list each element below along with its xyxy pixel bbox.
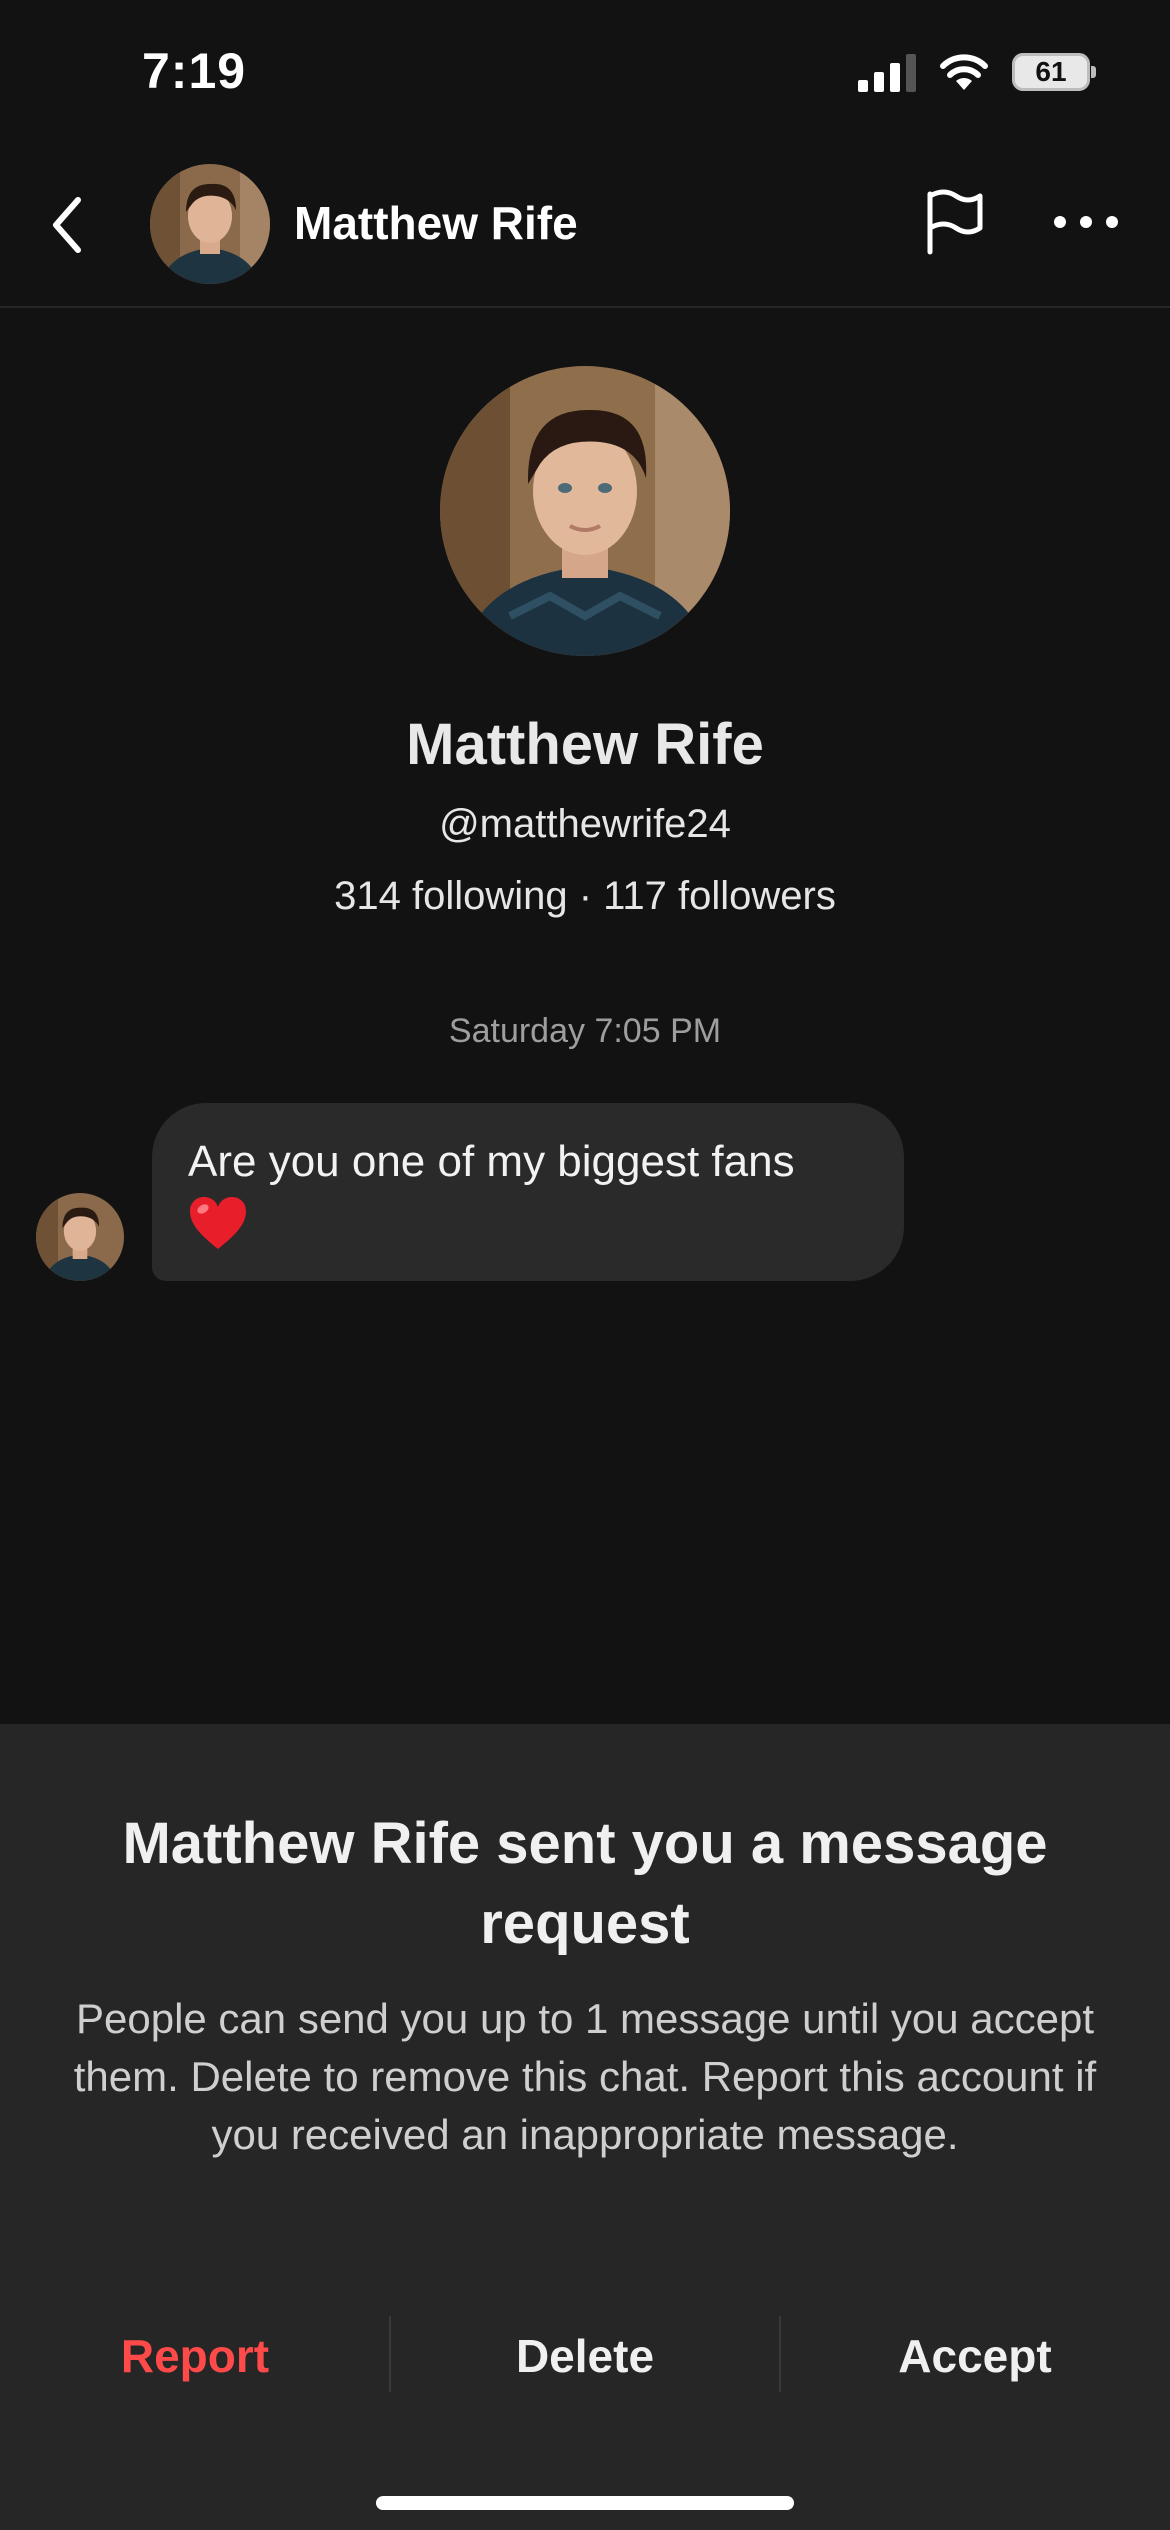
chat-header: Matthew Rife	[0, 150, 1170, 308]
status-time: 7:19	[142, 43, 247, 99]
header-name[interactable]: Matthew Rife	[294, 196, 578, 250]
follow-counts: 314 following · 117 followers	[334, 874, 836, 918]
accept-button[interactable]: Accept	[780, 2318, 1170, 2394]
home-indicator[interactable]	[376, 2496, 794, 2510]
profile-handle: @matthewrife24	[439, 802, 731, 846]
red-heart-emoji-icon	[190, 1197, 246, 1249]
message-text: Are you one of my biggest fans	[188, 1137, 795, 1186]
cellular-signal-icon	[858, 52, 916, 92]
wifi-icon	[940, 54, 988, 90]
profile-name: Matthew Rife	[406, 712, 764, 777]
sender-avatar[interactable]	[36, 1193, 124, 1281]
request-actions: Report Delete Accept	[0, 2316, 1170, 2394]
battery-icon: 61	[1012, 53, 1096, 91]
message-bubble[interactable]: Are you one of my biggest fans	[152, 1103, 904, 1281]
delete-button[interactable]: Delete	[390, 2318, 780, 2394]
more-options-icon[interactable]	[1050, 196, 1122, 248]
header-avatar[interactable]	[150, 164, 270, 284]
request-title: Matthew Rife sent you a message request	[122, 1811, 1048, 1956]
request-description: People can send you up to 1 message unti…	[73, 1995, 1097, 2158]
status-bar: 7:19 61	[0, 0, 1170, 150]
report-flag-icon[interactable]	[918, 186, 990, 258]
status-icons: 61	[858, 52, 1096, 92]
back-arrow-icon[interactable]	[44, 190, 90, 260]
message-timestamp: Saturday 7:05 PM	[448, 1012, 722, 1050]
report-button[interactable]: Report	[0, 2318, 390, 2394]
message-request-sheet: Matthew Rife sent you a message request …	[0, 1724, 1170, 2530]
profile-avatar[interactable]	[440, 366, 730, 656]
